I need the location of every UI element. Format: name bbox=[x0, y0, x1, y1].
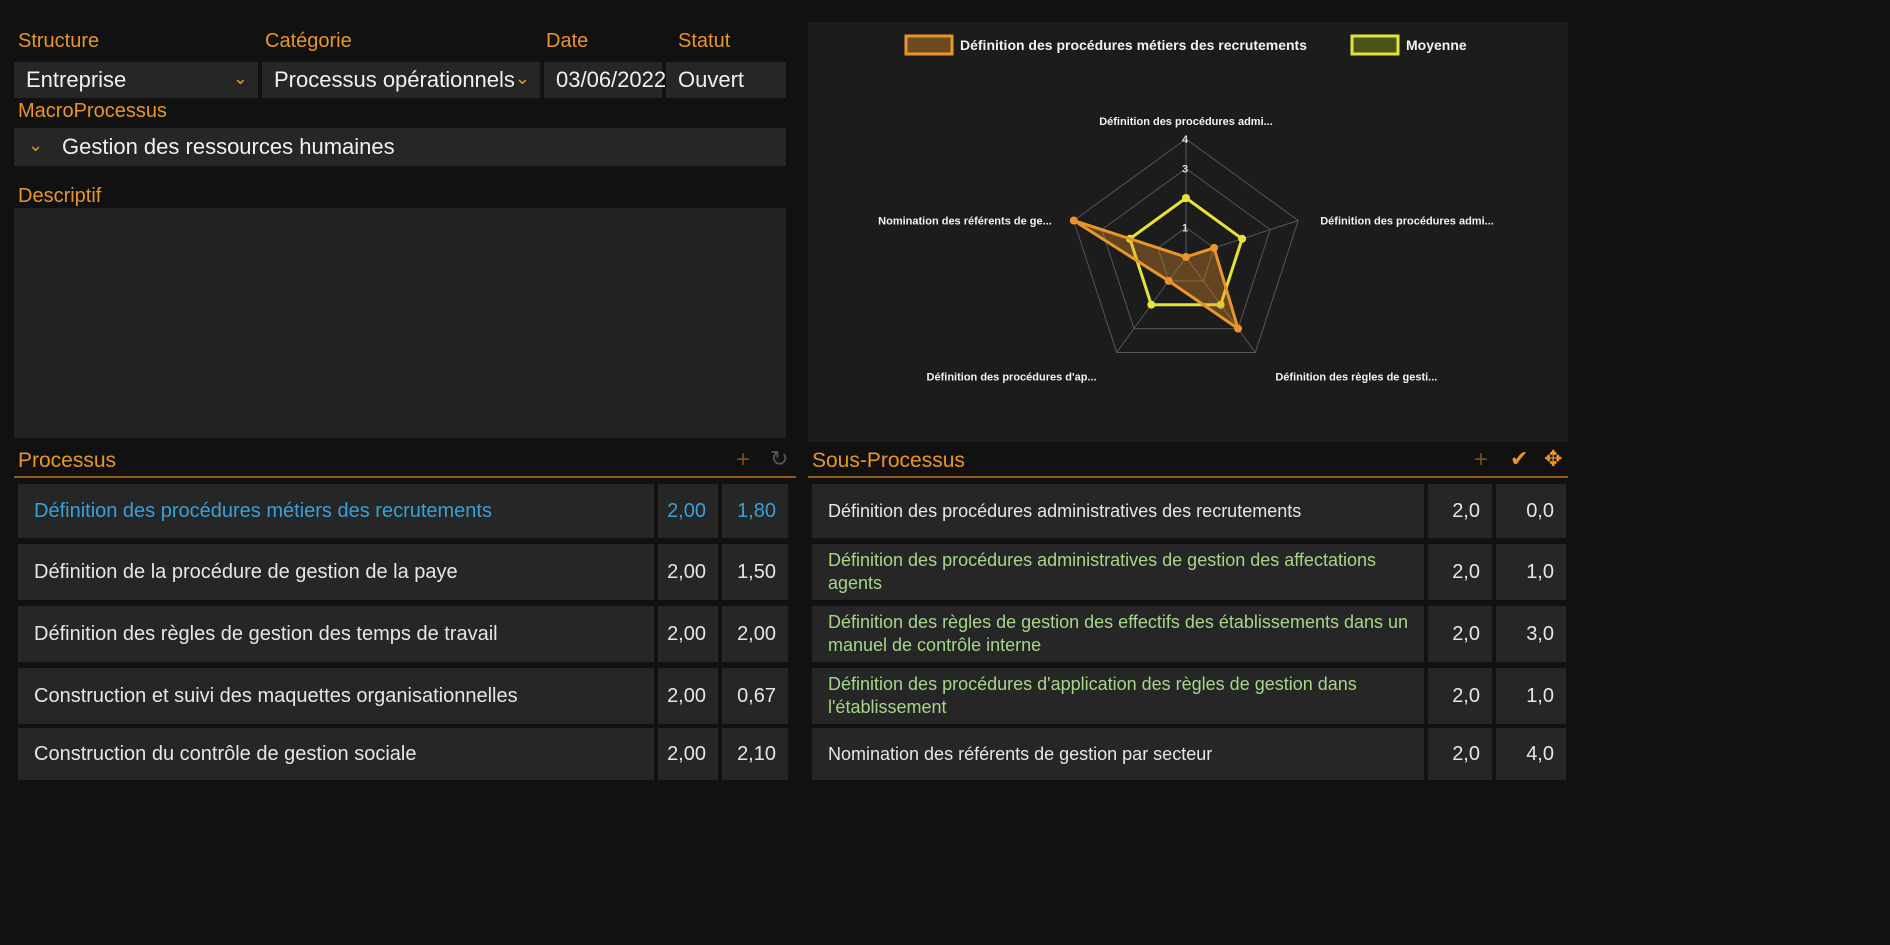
chevron-down-icon[interactable]: ⌄ bbox=[233, 68, 248, 89]
processus-value-2: 2,00 bbox=[722, 606, 788, 662]
radar-data-point bbox=[1210, 243, 1219, 252]
radar-axis-label: Nomination des référents de ge... bbox=[878, 216, 1052, 228]
legend-label-avg: Moyenne bbox=[1406, 37, 1467, 53]
plus-icon[interactable]: + bbox=[736, 446, 750, 474]
processus-label[interactable]: Définition des procédures métiers des re… bbox=[18, 484, 654, 538]
descriptif-textarea[interactable] bbox=[14, 208, 786, 438]
sous-processus-label[interactable]: Définition des procédures administrative… bbox=[812, 544, 1424, 600]
statut-field[interactable]: Ouvert bbox=[666, 62, 786, 98]
sous-processus-value-2: 3,0 bbox=[1496, 606, 1566, 662]
move-icon[interactable]: ✥ bbox=[1544, 446, 1562, 472]
radar-data-point bbox=[1069, 216, 1078, 225]
radar-series-area bbox=[1072, 219, 1241, 333]
processus-title: Processus bbox=[18, 449, 117, 472]
date-value: 03/06/2022 bbox=[556, 67, 667, 92]
radar-chart: Définition des procédures métiers des re… bbox=[878, 34, 1494, 383]
sous-processus-value-1: 2,0 bbox=[1428, 606, 1492, 662]
categorie-label: Catégorie bbox=[265, 30, 352, 52]
macroprocessus-label: MacroProcessus bbox=[18, 100, 167, 122]
date-field[interactable]: 03/06/2022 bbox=[544, 62, 666, 98]
radar-data-point bbox=[1147, 300, 1156, 309]
radar-data-point bbox=[1238, 234, 1247, 243]
sous-processus-value-1: 2,0 bbox=[1428, 728, 1492, 780]
sous-processus-value-1: 2,0 bbox=[1428, 484, 1492, 538]
sous-processus-value-2: 0,0 bbox=[1496, 484, 1566, 538]
refresh-icon[interactable]: ↻ bbox=[770, 446, 788, 472]
macroprocessus-select[interactable]: ⌄ Gestion des ressources humaines bbox=[14, 128, 786, 166]
chevron-down-icon[interactable]: ⌄ bbox=[28, 135, 43, 156]
sous-processus-value-2: 1,0 bbox=[1496, 544, 1566, 600]
sous-processus-divider bbox=[808, 476, 1568, 478]
sous-processus-value-2: 4,0 bbox=[1496, 728, 1566, 780]
sous-processus-value-1: 2,0 bbox=[1428, 668, 1492, 724]
processus-label[interactable]: Construction du contrôle de gestion soci… bbox=[18, 728, 654, 780]
processus-divider bbox=[14, 476, 796, 478]
processus-label[interactable]: Définition de la procédure de gestion de… bbox=[18, 544, 654, 600]
check-icon[interactable]: ✔ bbox=[1510, 446, 1528, 472]
sous-processus-label[interactable]: Définition des règles de gestion des eff… bbox=[812, 606, 1424, 662]
processus-value-1: 2,00 bbox=[658, 484, 718, 538]
categorie-select[interactable]: Processus opérationnels ⌄ bbox=[262, 62, 540, 98]
statut-label: Statut bbox=[678, 30, 731, 52]
radar-axis-label: Définition des procédures admi... bbox=[1099, 116, 1273, 128]
sous-processus-label[interactable]: Nomination des référents de gestion par … bbox=[812, 728, 1424, 780]
legend-swatch-avg bbox=[1350, 34, 1400, 56]
sous-processus-label[interactable]: Définition des procédures d'application … bbox=[812, 668, 1424, 724]
processus-value-1: 2,00 bbox=[658, 544, 718, 600]
processus-label[interactable]: Définition des règles de gestion des tem… bbox=[18, 606, 654, 662]
structure-label: Structure bbox=[18, 30, 100, 52]
legend-swatch-main bbox=[904, 34, 954, 56]
processus-value-2: 2,10 bbox=[722, 728, 788, 780]
macroprocessus-value: Gestion des ressources humaines bbox=[62, 134, 395, 159]
processus-label[interactable]: Construction et suivi des maquettes orga… bbox=[18, 668, 654, 724]
processus-value-1: 2,00 bbox=[658, 728, 718, 780]
radar-data-point bbox=[1182, 253, 1190, 261]
radar-axis-label: Définition des règles de gesti... bbox=[1275, 371, 1437, 383]
categorie-value: Processus opérationnels bbox=[274, 67, 515, 92]
radar-tick-label: 3 bbox=[1182, 164, 1188, 176]
structure-select[interactable]: Entreprise ⌄ bbox=[14, 62, 258, 98]
radar-axis-label: Définition des procédures d'ap... bbox=[927, 371, 1097, 383]
radar-axis-label: Définition des procédures admi... bbox=[1320, 216, 1494, 228]
radar-data-point bbox=[1182, 194, 1190, 202]
descriptif-label: Descriptif bbox=[18, 185, 102, 207]
processus-value-1: 2,00 bbox=[658, 606, 718, 662]
statut-value: Ouvert bbox=[678, 67, 745, 92]
radar-chart-panel: Définition des procédures métiers des re… bbox=[808, 22, 1568, 442]
radar-data-point bbox=[1164, 276, 1173, 285]
sous-processus-value-1: 2,0 bbox=[1428, 544, 1492, 600]
chevron-down-icon[interactable]: ⌄ bbox=[515, 68, 530, 89]
radar-tick-label: 1 bbox=[1182, 223, 1188, 235]
processus-value-2: 1,80 bbox=[722, 484, 788, 538]
plus-icon[interactable]: + bbox=[1474, 446, 1488, 474]
structure-value: Entreprise bbox=[26, 67, 127, 92]
processus-value-2: 1,50 bbox=[722, 544, 788, 600]
date-label: Date bbox=[546, 30, 589, 52]
processus-value-2: 0,67 bbox=[722, 668, 788, 724]
legend-label-main: Définition des procédures métiers des re… bbox=[960, 37, 1307, 53]
sous-processus-value-2: 1,0 bbox=[1496, 668, 1566, 724]
radar-data-point bbox=[1234, 324, 1243, 333]
sous-processus-title: Sous-Processus bbox=[812, 449, 965, 472]
radar-tick-label: 4 bbox=[1182, 134, 1189, 146]
processus-value-1: 2,00 bbox=[658, 668, 718, 724]
sous-processus-label[interactable]: Définition des procédures administrative… bbox=[812, 484, 1424, 538]
